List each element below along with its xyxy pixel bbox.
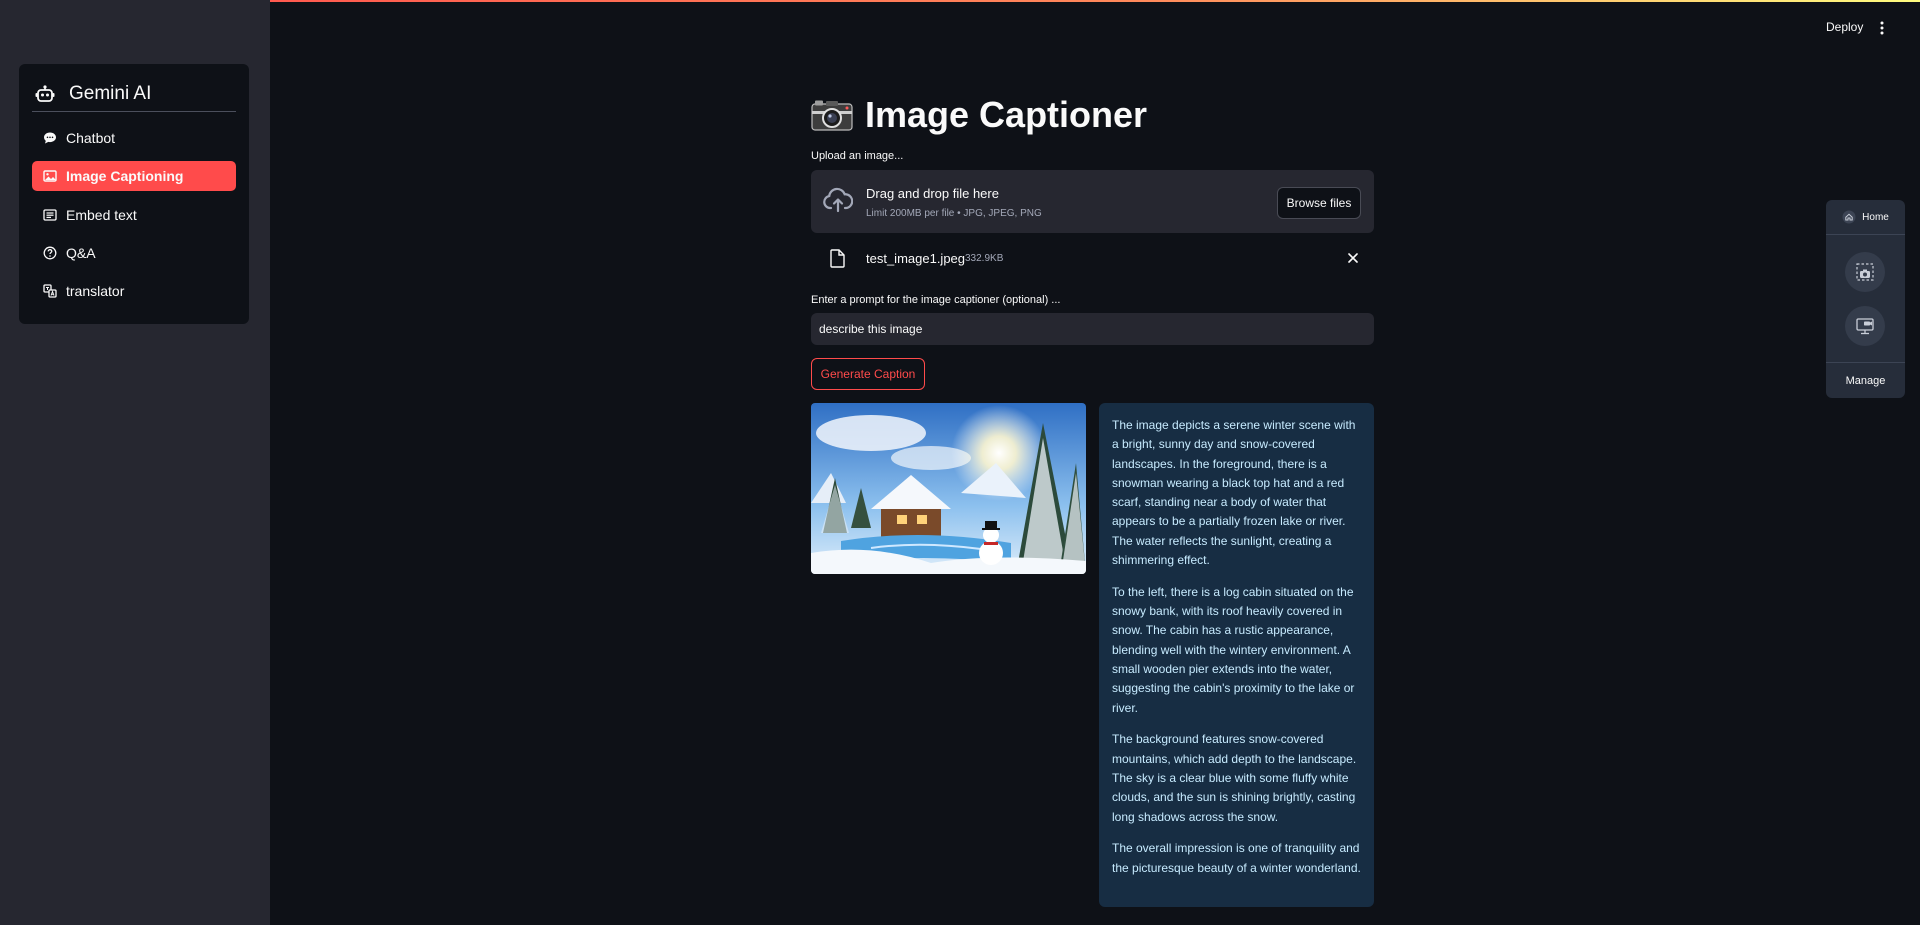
sidebar-item-label: Chatbot: [66, 130, 116, 146]
sidebar-item-image-captioning[interactable]: Image Captioning: [32, 161, 236, 191]
screenshot-button[interactable]: [1845, 252, 1885, 292]
prompt-input[interactable]: [811, 313, 1374, 345]
sidebar-item-translator[interactable]: translator: [32, 276, 236, 306]
uploaded-file-row: test_image1.jpeg 332.9KB: [811, 244, 1374, 274]
dropzone-instructions: Drag and drop file here: [866, 186, 999, 201]
menu-header: Gemini AI: [32, 76, 236, 112]
home-icon: [1842, 210, 1856, 224]
file-dropzone[interactable]: Drag and drop file here Limit 200MB per …: [811, 170, 1374, 233]
sidebar: Gemini AI Chatbot Image Captioning Embed…: [0, 0, 270, 925]
home-label: Home: [1862, 211, 1889, 223]
browse-files-button[interactable]: Browse files: [1277, 187, 1361, 219]
uploaded-file-name: test_image1.jpeg: [866, 251, 966, 266]
uploader-label: Upload an image...: [811, 150, 904, 162]
screenshot-camera-icon: [1856, 263, 1874, 281]
sidebar-item-label: Embed text: [66, 207, 137, 223]
caption-paragraph: The background features snow-covered mou…: [1112, 732, 1357, 824]
question-circle-icon: [43, 246, 57, 260]
screen-record-button[interactable]: [1845, 306, 1885, 346]
menu-title: Gemini AI: [69, 82, 152, 104]
uploaded-image-preview: [811, 403, 1086, 574]
text-lines-icon: [43, 209, 57, 221]
caption-paragraph: To the left, there is a log cabin situat…: [1112, 584, 1355, 715]
camera-icon: [811, 100, 853, 131]
caption-paragraph: The overall impression is one of tranqui…: [1112, 841, 1361, 875]
option-menu: Gemini AI Chatbot Image Captioning Embed…: [19, 64, 249, 324]
robot-icon: [35, 84, 55, 102]
sidebar-item-qa[interactable]: Q&A: [32, 238, 236, 268]
translate-icon: [43, 284, 57, 298]
close-icon[interactable]: [1347, 252, 1359, 264]
image-icon: [43, 170, 57, 182]
sidebar-item-label: Q&A: [66, 245, 96, 261]
page-title: Image Captioner: [865, 93, 1148, 135]
deploy-button[interactable]: Deploy: [1826, 20, 1863, 34]
top-decoration-stripe: [0, 0, 1920, 2]
screen-record-icon: [1856, 318, 1874, 335]
sidebar-item-chatbot[interactable]: Chatbot: [32, 123, 236, 153]
sidebar-item-label: translator: [66, 283, 125, 299]
page-title-row: Image Captioner: [811, 92, 1147, 137]
manage-button[interactable]: Manage: [1826, 362, 1905, 398]
kebab-menu-icon[interactable]: [1880, 21, 1884, 35]
chat-bubble-icon: [44, 132, 56, 144]
home-button[interactable]: Home: [1826, 200, 1905, 235]
dropzone-limit-text: Limit 200MB per file • JPG, JPEG, PNG: [866, 208, 1042, 219]
caption-output: The image depicts a serene winter scene …: [1099, 403, 1374, 907]
floating-side-panel: Home Manage: [1826, 200, 1905, 398]
sidebar-item-label: Image Captioning: [66, 168, 184, 184]
file-icon: [830, 249, 845, 268]
sidebar-item-embed-text[interactable]: Embed text: [32, 200, 236, 230]
cloud-upload-icon: [823, 187, 853, 213]
caption-paragraph: The image depicts a serene winter scene …: [1112, 418, 1356, 568]
uploaded-file-size: 332.9KB: [965, 253, 1004, 264]
generate-caption-button[interactable]: Generate Caption: [811, 358, 925, 390]
prompt-label: Enter a prompt for the image captioner (…: [811, 294, 1061, 306]
